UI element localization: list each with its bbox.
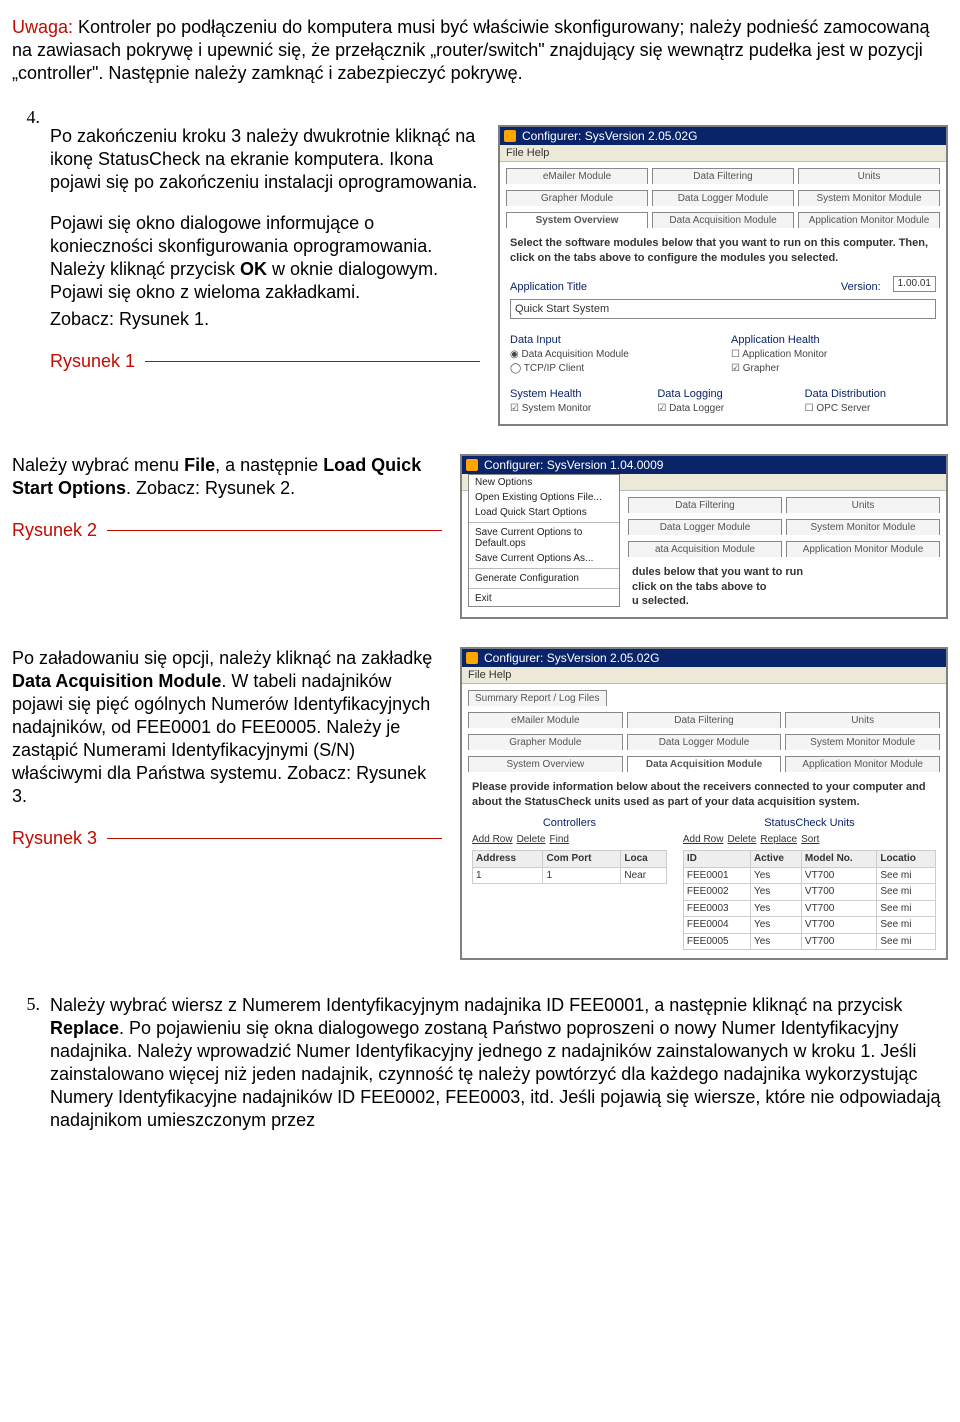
tab-emailer[interactable]: eMailer Module [506, 168, 648, 184]
file-menu-dropdown: New Options Open Existing Options File..… [468, 474, 620, 607]
app-icon [466, 459, 478, 471]
table-row[interactable]: FEE0002YesVT700See mi [683, 884, 935, 901]
btn-replace[interactable]: Replace [760, 833, 797, 847]
tab-system-overview[interactable]: System Overview [506, 212, 648, 228]
tab-grapher[interactable]: Grapher Module [506, 190, 648, 206]
table-row[interactable]: FEE0004YesVT700See mi [683, 917, 935, 934]
dialog-paragraph: Pojawi się okno dialogowe informujące o … [50, 212, 480, 304]
step-4-body: Po zakończeniu kroku 3 należy dwukrotnie… [50, 125, 480, 194]
btn-find[interactable]: Find [549, 833, 568, 847]
menu-generate-config[interactable]: Generate Configuration [469, 571, 619, 586]
app-icon [466, 652, 478, 664]
step-5-number: 5. [12, 994, 40, 1136]
menu-save-as[interactable]: Save Current Options As... [469, 551, 619, 566]
btn-delete-r[interactable]: Delete [727, 833, 756, 847]
table-row[interactable]: 1 1 Near [473, 867, 667, 884]
uwaga-label: Uwaga: [12, 17, 73, 37]
table-row[interactable]: FEE0001YesVT700See mi [683, 867, 935, 884]
chk-data-logger[interactable]: Data Logger [657, 402, 788, 416]
app-title-label: Application Title [510, 280, 587, 295]
controllers-table[interactable]: Address Com Port Loca 1 1 Near [472, 850, 667, 884]
tab-data-filtering[interactable]: Data Filtering [652, 168, 794, 184]
menu-exit[interactable]: Exit [469, 591, 619, 606]
see-fig1: Zobacz: Rysunek 1. [50, 308, 480, 331]
units-table[interactable]: IDActiveModel No.Locatio FEE0001YesVT700… [683, 850, 936, 950]
chk-app-monitor[interactable]: Application Monitor [731, 348, 936, 362]
menu-new-options[interactable]: New Options [469, 475, 619, 490]
btn-add-row-l[interactable]: Add Row [472, 833, 513, 847]
tab-system-monitor[interactable]: System Monitor Module [798, 190, 940, 206]
menu-save-default[interactable]: Save Current Options to Default.ops [469, 525, 619, 551]
table-row[interactable]: FEE0005YesVT700See mi [683, 933, 935, 950]
menu-open-existing[interactable]: Open Existing Options File... [469, 490, 619, 505]
radio-tcp-client[interactable]: TCP/IP Client [510, 362, 715, 376]
table-row[interactable]: FEE0003YesVT700See mi [683, 900, 935, 917]
tab-data-logger[interactable]: Data Logger Module [652, 190, 794, 206]
configurer-window-1: Configurer: SysVersion 2.05.02G File Hel… [498, 125, 948, 426]
btn-add-row-r[interactable]: Add Row [683, 833, 724, 847]
step-4-number: 4. [12, 107, 40, 426]
figure-1-caption: Rysunek 1 [50, 351, 480, 372]
window1-instruction: Select the software modules below that y… [510, 236, 936, 266]
paragraph-data-acq: Po załadowaniu się opcji, należy kliknąć… [12, 647, 442, 808]
btn-sort[interactable]: Sort [801, 833, 819, 847]
warning-body: Kontroler po podłączeniu do komputera mu… [12, 17, 929, 83]
version-value: 1.00.01 [893, 276, 936, 292]
tab-app-monitor[interactable]: Application Monitor Module [798, 212, 940, 228]
paragraph-file-load: Należy wybrać menu File, a następnie Loa… [12, 454, 442, 500]
chk-grapher[interactable]: Grapher [731, 362, 936, 376]
radio-data-acquisition[interactable]: Data Acquisition Module [510, 348, 715, 362]
version-label: Version: [841, 280, 881, 295]
chk-opc-server[interactable]: OPC Server [805, 402, 936, 416]
app-icon [504, 130, 516, 142]
configurer-window-3: Configurer: SysVersion 2.05.02G File Hel… [460, 647, 948, 960]
btn-delete-l[interactable]: Delete [517, 833, 546, 847]
tab-units[interactable]: Units [798, 168, 940, 184]
chk-system-monitor[interactable]: System Monitor [510, 402, 641, 416]
tab-data-acquisition-active[interactable]: Data Acquisition Module [627, 756, 782, 772]
step-5-body: Należy wybrać wiersz z Numerem Identyfik… [50, 994, 948, 1132]
tab-data-acquisition[interactable]: Data Acquisition Module [652, 212, 794, 228]
window1-titlebar: Configurer: SysVersion 2.05.02G [500, 127, 946, 145]
configurer-window-2: Configurer: SysVersion 1.04.0009 File He… [460, 454, 948, 620]
app-title-input[interactable]: Quick Start System [510, 299, 936, 320]
menu-load-quick-start[interactable]: Load Quick Start Options [469, 505, 619, 520]
window1-menubar[interactable]: File Help [500, 145, 946, 162]
warning-paragraph: Uwaga: Kontroler po podłączeniu do kompu… [12, 16, 948, 85]
figure-3-caption: Rysunek 3 [12, 828, 442, 849]
figure-2-caption: Rysunek 2 [12, 520, 442, 541]
